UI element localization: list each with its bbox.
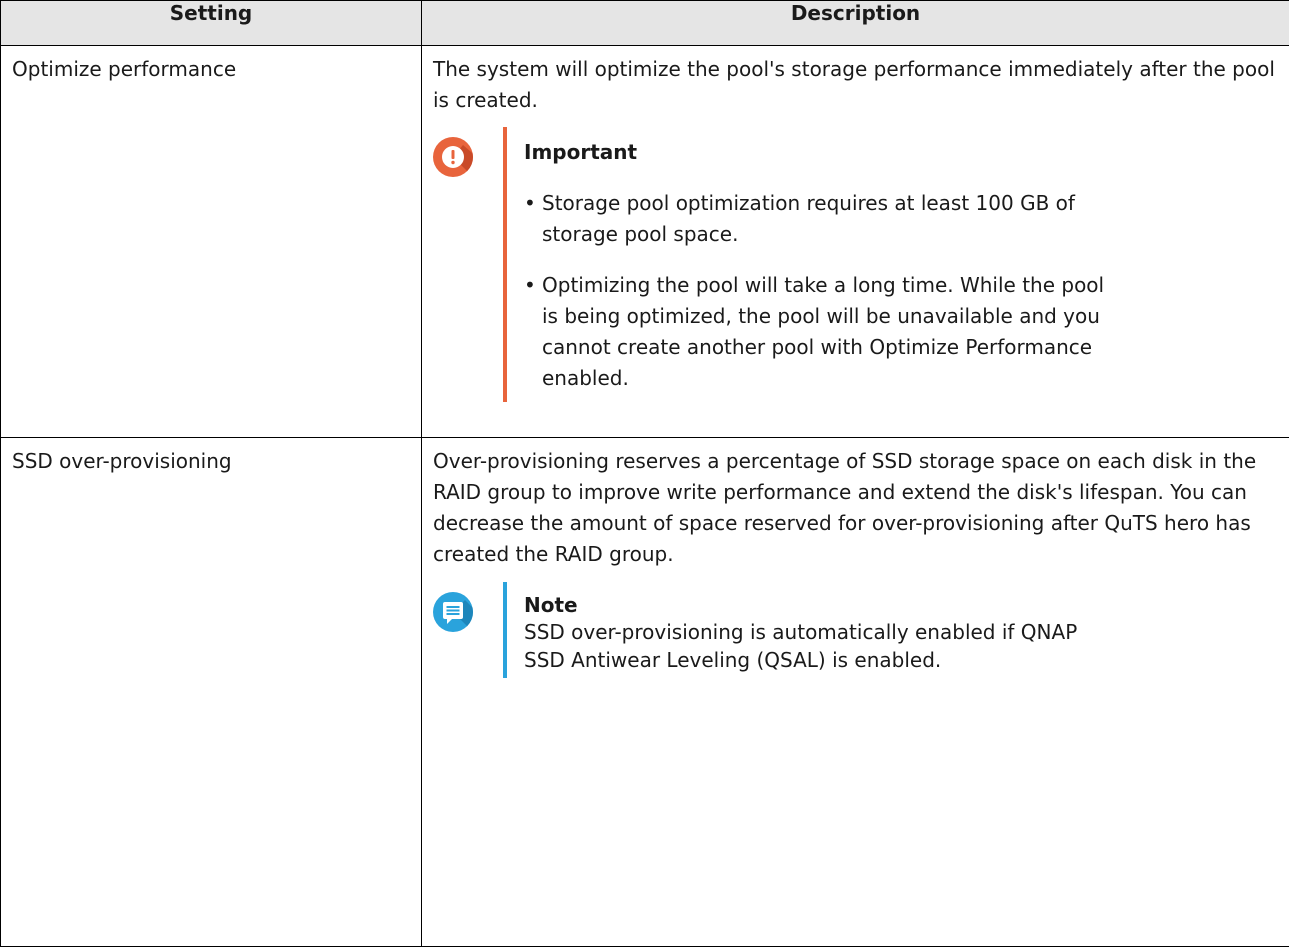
note-callout-body: Note SSD over-provisioning is automatica… — [524, 592, 1279, 674]
note-text: SSD over-provisioning is automatically e… — [524, 618, 1084, 674]
header-description: Description — [422, 1, 1289, 46]
note-callout: Note SSD over-provisioning is automatica… — [433, 592, 1279, 674]
important-title: Important — [524, 137, 1279, 168]
description-cell: Over-provisioning reserves a percentage … — [422, 438, 1289, 947]
setting-name: Optimize performance — [12, 57, 236, 81]
description-text: Over-provisioning reserves a percentage … — [433, 446, 1283, 570]
exclamation-icon — [433, 137, 473, 177]
note-callout-bar — [503, 582, 507, 678]
settings-table: Setting Description Optimize performance… — [0, 0, 1289, 947]
list-item: Optimizing the pool will take a long tim… — [524, 270, 1117, 394]
setting-cell: Optimize performance — [1, 46, 422, 438]
important-callout: Important Storage pool optimization requ… — [433, 137, 1279, 394]
important-callout-body: Important Storage pool optimization requ… — [524, 137, 1279, 394]
header-setting: Setting — [1, 1, 422, 46]
list-item: Storage pool optimization requires at le… — [524, 188, 1117, 250]
setting-name: SSD over-provisioning — [12, 449, 232, 473]
table-row: SSD over-provisioning Over-provisioning … — [1, 438, 1289, 947]
important-list: Storage pool optimization requires at le… — [524, 188, 1279, 394]
important-callout-bar — [503, 127, 507, 402]
note-icon — [433, 592, 473, 632]
description-text: The system will optimize the pool's stor… — [433, 54, 1283, 116]
table-header-row: Setting Description — [1, 1, 1289, 46]
description-cell: The system will optimize the pool's stor… — [422, 46, 1289, 438]
note-title: Note — [524, 592, 1279, 618]
table-row: Optimize performance The system will opt… — [1, 46, 1289, 438]
setting-cell: SSD over-provisioning — [1, 438, 422, 947]
